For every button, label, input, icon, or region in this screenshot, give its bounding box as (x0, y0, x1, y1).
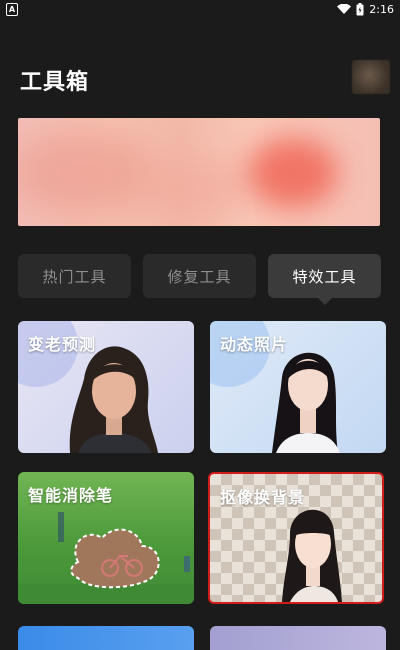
avatar[interactable] (352, 60, 390, 94)
tool-card-label: 智能消除笔 (28, 486, 114, 505)
wifi-icon (337, 4, 352, 15)
page-title: 工具箱 (20, 70, 90, 95)
tool-card-cutout-background[interactable]: 抠像换背景 (208, 472, 384, 604)
banner-heart-shape (248, 138, 338, 208)
banner-blur-shape (18, 128, 158, 218)
tab-hot-tools[interactable]: 热门工具 (18, 254, 131, 298)
promo-banner[interactable] (18, 118, 380, 226)
status-time: 2:16 (369, 3, 394, 16)
tool-card-motion-photo[interactable]: 动态照片 (210, 321, 386, 453)
tool-card-smart-eraser[interactable]: 智能消除笔 (18, 472, 194, 604)
tool-category-tabs: 热门工具 修复工具 特效工具 (18, 254, 382, 298)
status-bar: A 2:16 (0, 0, 400, 22)
status-left: A (6, 3, 18, 16)
notification-a-icon: A (6, 3, 18, 16)
tab-repair-tools[interactable]: 修复工具 (143, 254, 256, 298)
tool-card-label: 变老预测 (28, 335, 97, 354)
battery-icon (356, 3, 364, 16)
tool-card-partial-left[interactable] (18, 626, 194, 650)
tool-card-label: 动态照片 (220, 335, 289, 354)
tool-card-label: 抠像换背景 (220, 488, 306, 507)
tab-effect-tools[interactable]: 特效工具 (268, 254, 381, 298)
tool-card-partial-right[interactable] (210, 626, 386, 650)
tool-card-aging-prediction[interactable]: 变老预测 (18, 321, 194, 453)
status-right: 2:16 (337, 3, 394, 16)
active-tab-pointer (318, 298, 332, 305)
banner-blur-shape (138, 158, 248, 218)
